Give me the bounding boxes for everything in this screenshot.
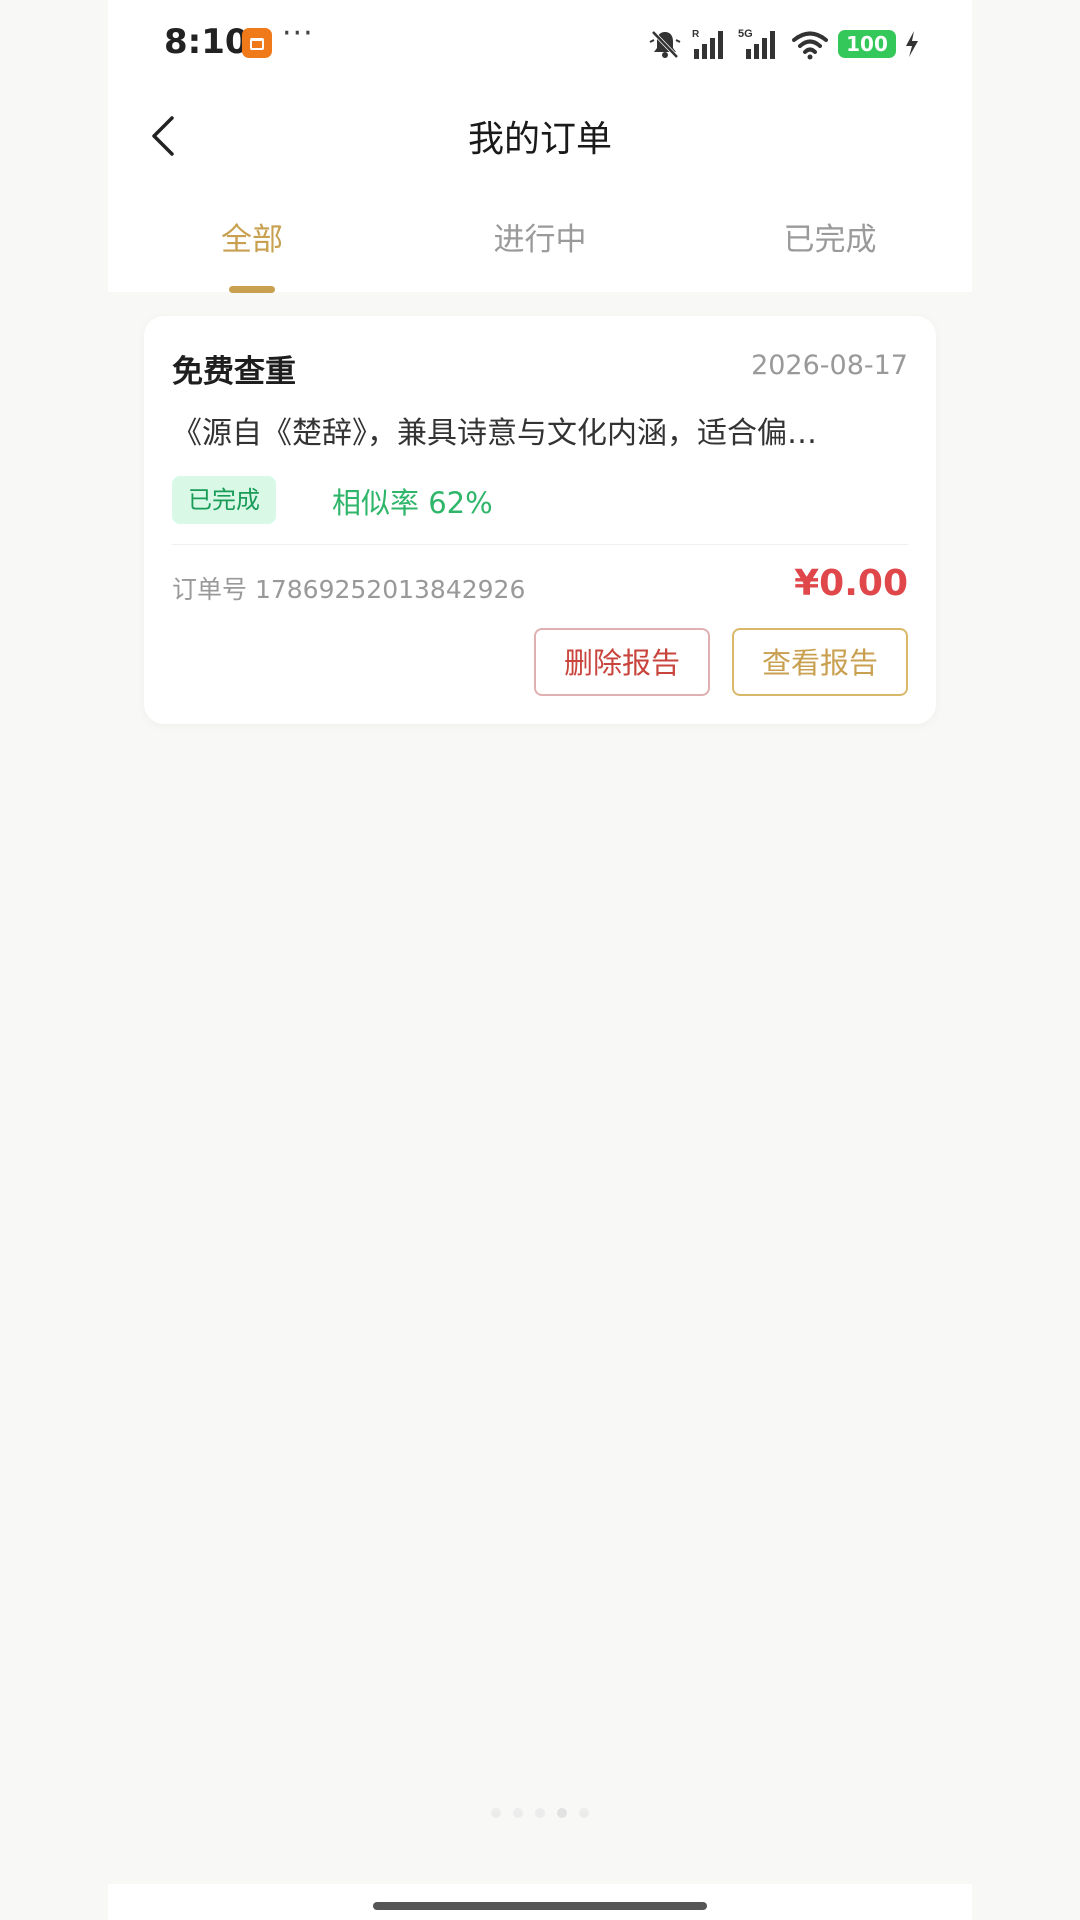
tab-in-progress[interactable]: 进行中 <box>440 214 640 259</box>
page-dot <box>491 1808 501 1818</box>
mute-bell-icon <box>649 30 681 59</box>
order-description: 《源自《楚辞》，兼具诗意与文化内涵，适合偏… <box>172 416 817 451</box>
bottom-bar <box>108 1884 972 1920</box>
status-badge: 已完成 <box>172 476 276 524</box>
network-label: 5G <box>738 28 753 40</box>
charging-icon <box>906 31 918 57</box>
delete-report-button[interactable]: 删除报告 <box>534 628 710 696</box>
order-date: 2026-08-17 <box>751 350 908 381</box>
status-icons: R 5G 100 <box>648 24 920 64</box>
signal-5g-icon: 5G <box>738 28 775 59</box>
roaming-label: R <box>692 29 700 40</box>
more-notifications-icon: ··· <box>282 16 314 51</box>
battery-level: 100 <box>838 30 896 58</box>
wifi-icon <box>792 31 828 60</box>
status-bar: 8:10 ··· R 5G 100 <box>108 0 972 88</box>
page-dot <box>513 1808 523 1818</box>
status-time: 8:10 <box>164 22 249 62</box>
signal-icon: R <box>692 29 723 59</box>
similarity-rate: 相似率 62% <box>332 486 493 520</box>
order-title: 免费查重 <box>172 354 296 390</box>
page-title: 我的订单 <box>467 119 612 160</box>
order-card[interactable]: 免费查重 2026-08-17 《源自《楚辞》，兼具诗意与文化内涵，适合偏… 已… <box>144 316 936 724</box>
order-tabs: 全部 进行中 已完成 <box>108 206 972 293</box>
tab-all[interactable]: 全部 <box>152 214 352 259</box>
page-dot <box>579 1808 589 1818</box>
order-number: 订单号 17869252013842926 <box>172 575 526 604</box>
tab-completed[interactable]: 已完成 <box>730 214 930 259</box>
top-area: 8:10 ··· R 5G 100 我的订单 全部 进行中 已完成 <box>108 0 972 293</box>
shopping-bag-icon <box>242 28 272 58</box>
app-screen: 8:10 ··· R 5G 100 我的订单 全部 进行中 已完成 免费查重 2… <box>108 0 972 1920</box>
view-report-button[interactable]: 查看报告 <box>732 628 908 696</box>
header: 我的订单 <box>108 96 972 176</box>
page-dot <box>557 1808 567 1818</box>
order-price: ¥0.00 <box>794 563 908 604</box>
active-tab-indicator <box>229 286 275 293</box>
page-indicator <box>108 1808 972 1818</box>
card-divider <box>172 544 908 545</box>
home-indicator[interactable] <box>373 1902 707 1910</box>
page-dot <box>535 1808 545 1818</box>
